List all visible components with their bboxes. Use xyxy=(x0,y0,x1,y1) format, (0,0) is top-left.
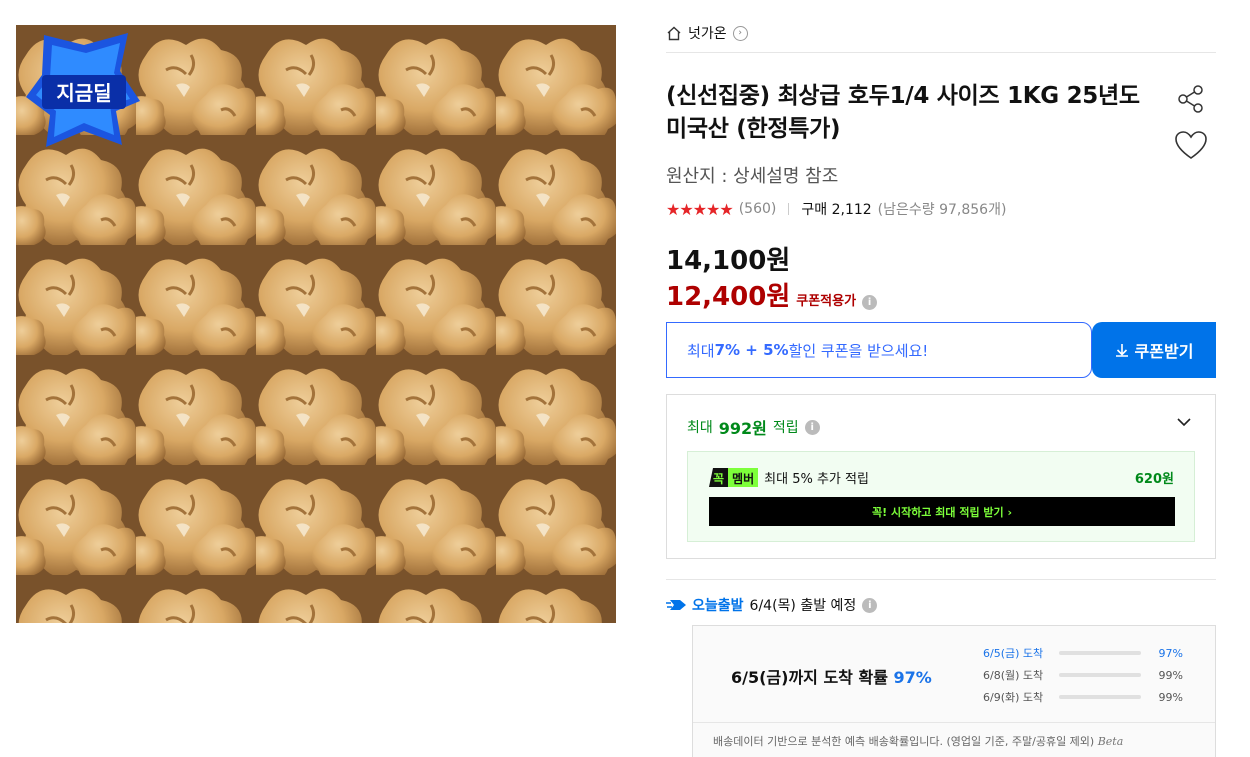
heart-icon[interactable] xyxy=(1174,130,1208,162)
probability-item: 6/5(금) 도착 97% xyxy=(983,642,1183,664)
probability-list: 6/5(금) 도착 97% 6/8(월) 도착 99% 6/9(화) 도착 99… xyxy=(983,642,1183,708)
rocket-delivery-badge: 오늘출발 xyxy=(666,595,744,615)
coupon-text-highlight: 7% + 5% xyxy=(714,341,789,359)
beta-label: Beta xyxy=(1097,735,1124,748)
purchase-count: 구매 2,112 xyxy=(801,202,872,218)
probability-item-pct: 97% xyxy=(1158,646,1183,660)
delivery-probability-panel: 6/5(금)까지 도착 확률 97% 6/5(금) 도착 97% 6/8(월) … xyxy=(692,625,1216,757)
coupon-text-suffix: 할인 쿠폰을 받으세요! xyxy=(788,341,929,360)
badge-label: 지금딜 xyxy=(56,81,111,105)
probability-bar xyxy=(1058,695,1141,699)
probability-footnote-text: 배송데이터 기반으로 분석한 예측 배송확률입니다. (영업일 기준, 주말/공… xyxy=(713,735,1095,748)
member-reward-text: 최대 5% 추가 적립 xyxy=(764,472,869,487)
deal-badge: 지금딜 xyxy=(26,33,140,147)
probability-item-pct: 99% xyxy=(1158,668,1183,682)
probability-bar xyxy=(1058,673,1141,677)
probability-item-pct: 99% xyxy=(1158,690,1183,704)
member-badge-part-2: 멤버 xyxy=(728,468,759,487)
member-reward-box: 꼭 멤버 최대 5% 추가 적립 620원 꼭! 시작하고 최대 적립 받기 › xyxy=(687,451,1195,542)
probability-main-text: 6/5(금)까지 도착 확률 xyxy=(731,668,894,687)
share-icon[interactable] xyxy=(1176,84,1206,114)
member-reward-row: 꼭 멤버 최대 5% 추가 적립 620원 xyxy=(709,468,1174,487)
reward-amount: 992원 xyxy=(718,419,767,438)
probability-item: 6/9(화) 도착 99% xyxy=(983,686,1183,708)
info-icon[interactable]: i xyxy=(862,295,878,310)
rocket-label: 오늘출발 xyxy=(692,598,744,614)
download-coupon-button[interactable]: 쿠폰받기 xyxy=(1092,322,1216,378)
rating-row: ★★★★★ (560) 구매 2,112 (남은수량 97,856개) xyxy=(666,199,1006,219)
probability-bar xyxy=(1058,651,1141,655)
coupon-price-row: 12,400원 쿠폰적용가 i xyxy=(666,276,878,313)
breadcrumb[interactable]: 넛가온 › xyxy=(666,22,748,44)
coupon-price-label: 쿠폰적용가 xyxy=(796,294,857,309)
chevron-right-icon: › xyxy=(732,25,748,41)
member-reward-amount: 620원 xyxy=(1134,472,1174,487)
rocket-icon xyxy=(666,600,686,610)
member-signup-button[interactable]: 꼭! 시작하고 최대 적립 받기 › xyxy=(709,497,1175,526)
member-badge: 꼭 멤버 xyxy=(709,468,759,487)
probability-main-pct: 97% xyxy=(893,668,932,687)
probability-item: 6/8(월) 도착 99% xyxy=(983,664,1183,686)
product-image[interactable]: 지금딜 xyxy=(16,25,616,623)
reward-suffix: 적립 xyxy=(772,420,799,436)
coupon-text-prefix: 최대 xyxy=(687,341,715,360)
original-price: 14,100원 xyxy=(666,246,791,276)
shipping-row: 오늘출발 6/4(목) 출발 예정 i xyxy=(666,595,878,615)
remaining-stock: (남은수량 97,856개) xyxy=(877,202,1007,218)
reward-prefix: 최대 xyxy=(687,420,713,436)
coupon-price: 12,400원 xyxy=(666,282,791,312)
reward-summary[interactable]: 최대 992원 적립 i xyxy=(687,415,820,439)
info-icon[interactable]: i xyxy=(804,419,820,435)
breadcrumb-store-link[interactable]: 넛가온 xyxy=(688,23,727,43)
coupon-banner: 최대 7% + 5% 할인 쿠폰을 받으세요! xyxy=(666,322,1092,378)
probability-item-label: 6/5(금) 도착 xyxy=(983,647,1044,660)
download-icon xyxy=(1115,344,1128,357)
review-count[interactable]: (560) xyxy=(739,201,777,217)
probability-item-label: 6/9(화) 도착 xyxy=(983,691,1044,704)
divider xyxy=(788,203,790,215)
probability-item-label: 6/8(월) 도착 xyxy=(983,669,1044,682)
delivery-probability-summary: 6/5(금)까지 도착 확률 97% xyxy=(731,664,932,688)
probability-footnote: 배송데이터 기반으로 분석한 예측 배송확률입니다. (영업일 기준, 주말/공… xyxy=(693,722,1215,749)
departure-text: 6/4(목) 출발 예정 xyxy=(749,598,857,614)
reward-panel: 최대 992원 적립 i 꼭 멤버 최대 5% 추가 적립 620원 꼭! 시작… xyxy=(666,394,1216,559)
chevron-down-icon[interactable] xyxy=(1175,413,1193,431)
info-icon[interactable]: i xyxy=(862,597,878,613)
star-rating[interactable]: ★★★★★ xyxy=(666,200,734,219)
coupon-button-label: 쿠폰받기 xyxy=(1134,342,1194,361)
origin-text: 원산지 : 상세설명 참조 xyxy=(666,166,839,187)
member-badge-part-1: 꼭 xyxy=(709,468,729,487)
product-title: (신선집중) 최상급 호두1/4 사이즈 1KG 25년도 미국산 (한정특가) xyxy=(666,83,1140,142)
divider xyxy=(666,579,1216,580)
home-icon xyxy=(667,26,681,40)
divider xyxy=(666,52,1216,53)
